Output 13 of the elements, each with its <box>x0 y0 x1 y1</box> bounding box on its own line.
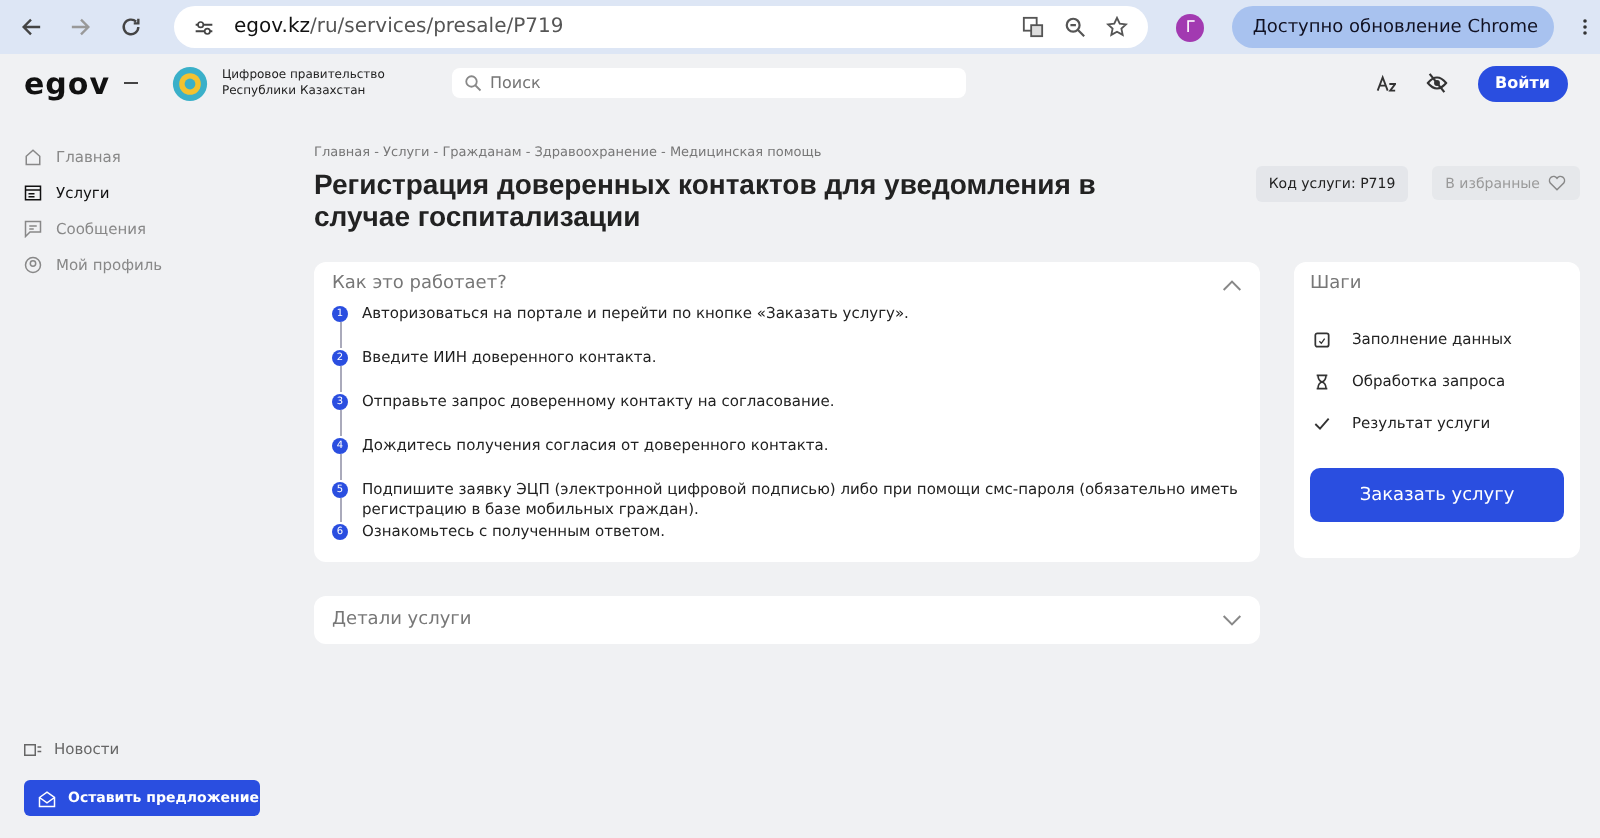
order-service-button[interactable]: Заказать услугу <box>1310 468 1564 522</box>
steps-title: Шаги <box>1310 274 1364 294</box>
section-title[interactable]: Детали услуги <box>332 610 472 630</box>
details-card[interactable]: Детали услуги <box>314 596 1260 644</box>
login-button[interactable]: Войти <box>1477 65 1568 101</box>
section-title[interactable]: Как это работает? <box>332 274 507 294</box>
address-bar[interactable]: egov.kz/ru/services/presale/P719 <box>174 6 1149 48</box>
logo[interactable]: egov <box>24 65 110 101</box>
search-field[interactable]: Поиск <box>452 68 966 98</box>
profile-avatar[interactable]: Г <box>1176 13 1205 41</box>
url-text: egov.kz/ru/services/presale/P719 <box>234 16 564 38</box>
update-chrome-button[interactable]: Доступно обновление Chrome <box>1232 6 1554 48</box>
page-title: Регистрация доверенных контактов для уведомления в случае госпитализации <box>314 168 1098 232</box>
